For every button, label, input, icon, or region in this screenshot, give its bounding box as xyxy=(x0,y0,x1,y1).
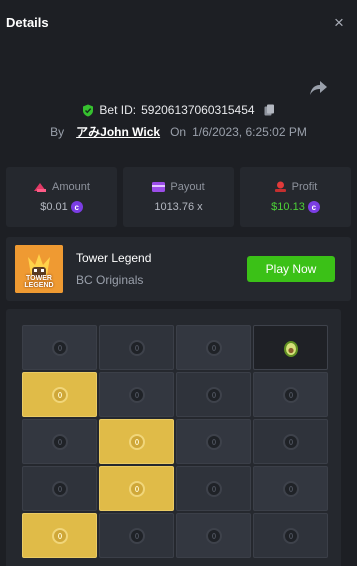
bet-date: 1/6/2023, 6:25:02 PM xyxy=(192,124,307,139)
egg-slot-icon xyxy=(128,480,145,497)
tile-empty xyxy=(253,419,328,464)
copy-icon[interactable] xyxy=(264,104,275,116)
tile-empty xyxy=(22,325,97,370)
avocado-icon xyxy=(284,341,298,357)
amount-icon xyxy=(34,182,47,192)
amount-value: $0.01 xyxy=(40,201,68,213)
bet-id-value: 592061370603154​54 xyxy=(141,103,255,117)
game-thumbnail[interactable]: TOWER LEGEND xyxy=(15,245,63,293)
tile-gold xyxy=(99,419,174,464)
tile-grid xyxy=(22,325,328,558)
egg-slot-icon xyxy=(128,527,145,544)
tile-empty xyxy=(99,372,174,417)
coin-icon: c xyxy=(70,201,83,213)
game-board xyxy=(6,309,341,566)
profit-stat: Profit $10.13 c xyxy=(240,167,351,227)
tile-empty xyxy=(99,325,174,370)
close-icon[interactable]: × xyxy=(329,14,349,31)
coin-icon: c xyxy=(307,201,320,213)
tile-empty xyxy=(253,372,328,417)
tile-empty xyxy=(253,513,328,558)
tile-found xyxy=(253,325,328,370)
egg-slot-icon xyxy=(128,386,145,403)
egg-slot-icon xyxy=(282,480,299,497)
amount-label: Amount xyxy=(52,181,90,193)
game-name: Tower Legend xyxy=(76,251,152,265)
egg-slot-icon xyxy=(205,433,222,450)
tile-empty xyxy=(176,372,251,417)
egg-slot-icon xyxy=(282,527,299,544)
game-card: TOWER LEGEND Tower Legend BC Originals P… xyxy=(6,237,351,301)
share-icon[interactable] xyxy=(307,78,329,98)
bet-stats: Amount $0.01 c Payout 1013.76 x Profit $… xyxy=(6,167,351,227)
payout-stat: Payout 1013.76 x xyxy=(123,167,234,227)
shield-check-icon xyxy=(83,104,94,116)
tile-empty xyxy=(22,419,97,464)
bet-meta-line: By アみJohn Wick On 1/6/2023, 6:25:02 PM xyxy=(0,123,357,140)
egg-slot-icon xyxy=(51,386,68,403)
tile-gold xyxy=(22,372,97,417)
tile-gold xyxy=(22,513,97,558)
egg-slot-icon xyxy=(205,339,222,356)
tile-empty xyxy=(176,466,251,511)
profit-value: $10.13 xyxy=(271,201,305,213)
payout-value: 1013.76 x xyxy=(154,201,203,213)
egg-slot-icon xyxy=(51,480,68,497)
thumbnail-text: TOWER LEGEND xyxy=(24,275,54,289)
by-label: By xyxy=(50,124,65,139)
egg-slot-icon xyxy=(128,339,145,356)
details-header: Details × xyxy=(0,0,357,44)
egg-slot-icon xyxy=(51,433,68,450)
egg-slot-icon xyxy=(51,339,68,356)
egg-slot-icon xyxy=(128,433,145,450)
egg-slot-icon xyxy=(282,386,299,403)
username-link[interactable]: アみJohn Wick xyxy=(76,123,160,140)
payout-label: Payout xyxy=(170,181,205,193)
profit-label: Profit xyxy=(291,181,318,193)
game-provider: BC Originals xyxy=(76,273,144,287)
payout-icon xyxy=(152,182,166,192)
page-title: Details xyxy=(6,14,49,30)
play-now-button[interactable]: Play Now xyxy=(247,256,335,282)
egg-slot-icon xyxy=(205,527,222,544)
egg-slot-icon xyxy=(205,386,222,403)
tile-gold xyxy=(99,466,174,511)
bet-id-label: Bet ID: xyxy=(99,103,137,117)
tile-empty xyxy=(176,513,251,558)
on-label: On xyxy=(170,124,187,139)
tile-empty xyxy=(99,513,174,558)
egg-slot-icon xyxy=(282,433,299,450)
tile-empty xyxy=(176,419,251,464)
tile-empty xyxy=(176,325,251,370)
tile-empty xyxy=(22,466,97,511)
profit-icon xyxy=(274,181,286,192)
egg-slot-icon xyxy=(51,527,68,544)
bet-id-line: Bet ID: 592061370603154​54 xyxy=(0,103,357,117)
amount-stat: Amount $0.01 c xyxy=(6,167,117,227)
tile-empty xyxy=(253,466,328,511)
egg-slot-icon xyxy=(205,480,222,497)
